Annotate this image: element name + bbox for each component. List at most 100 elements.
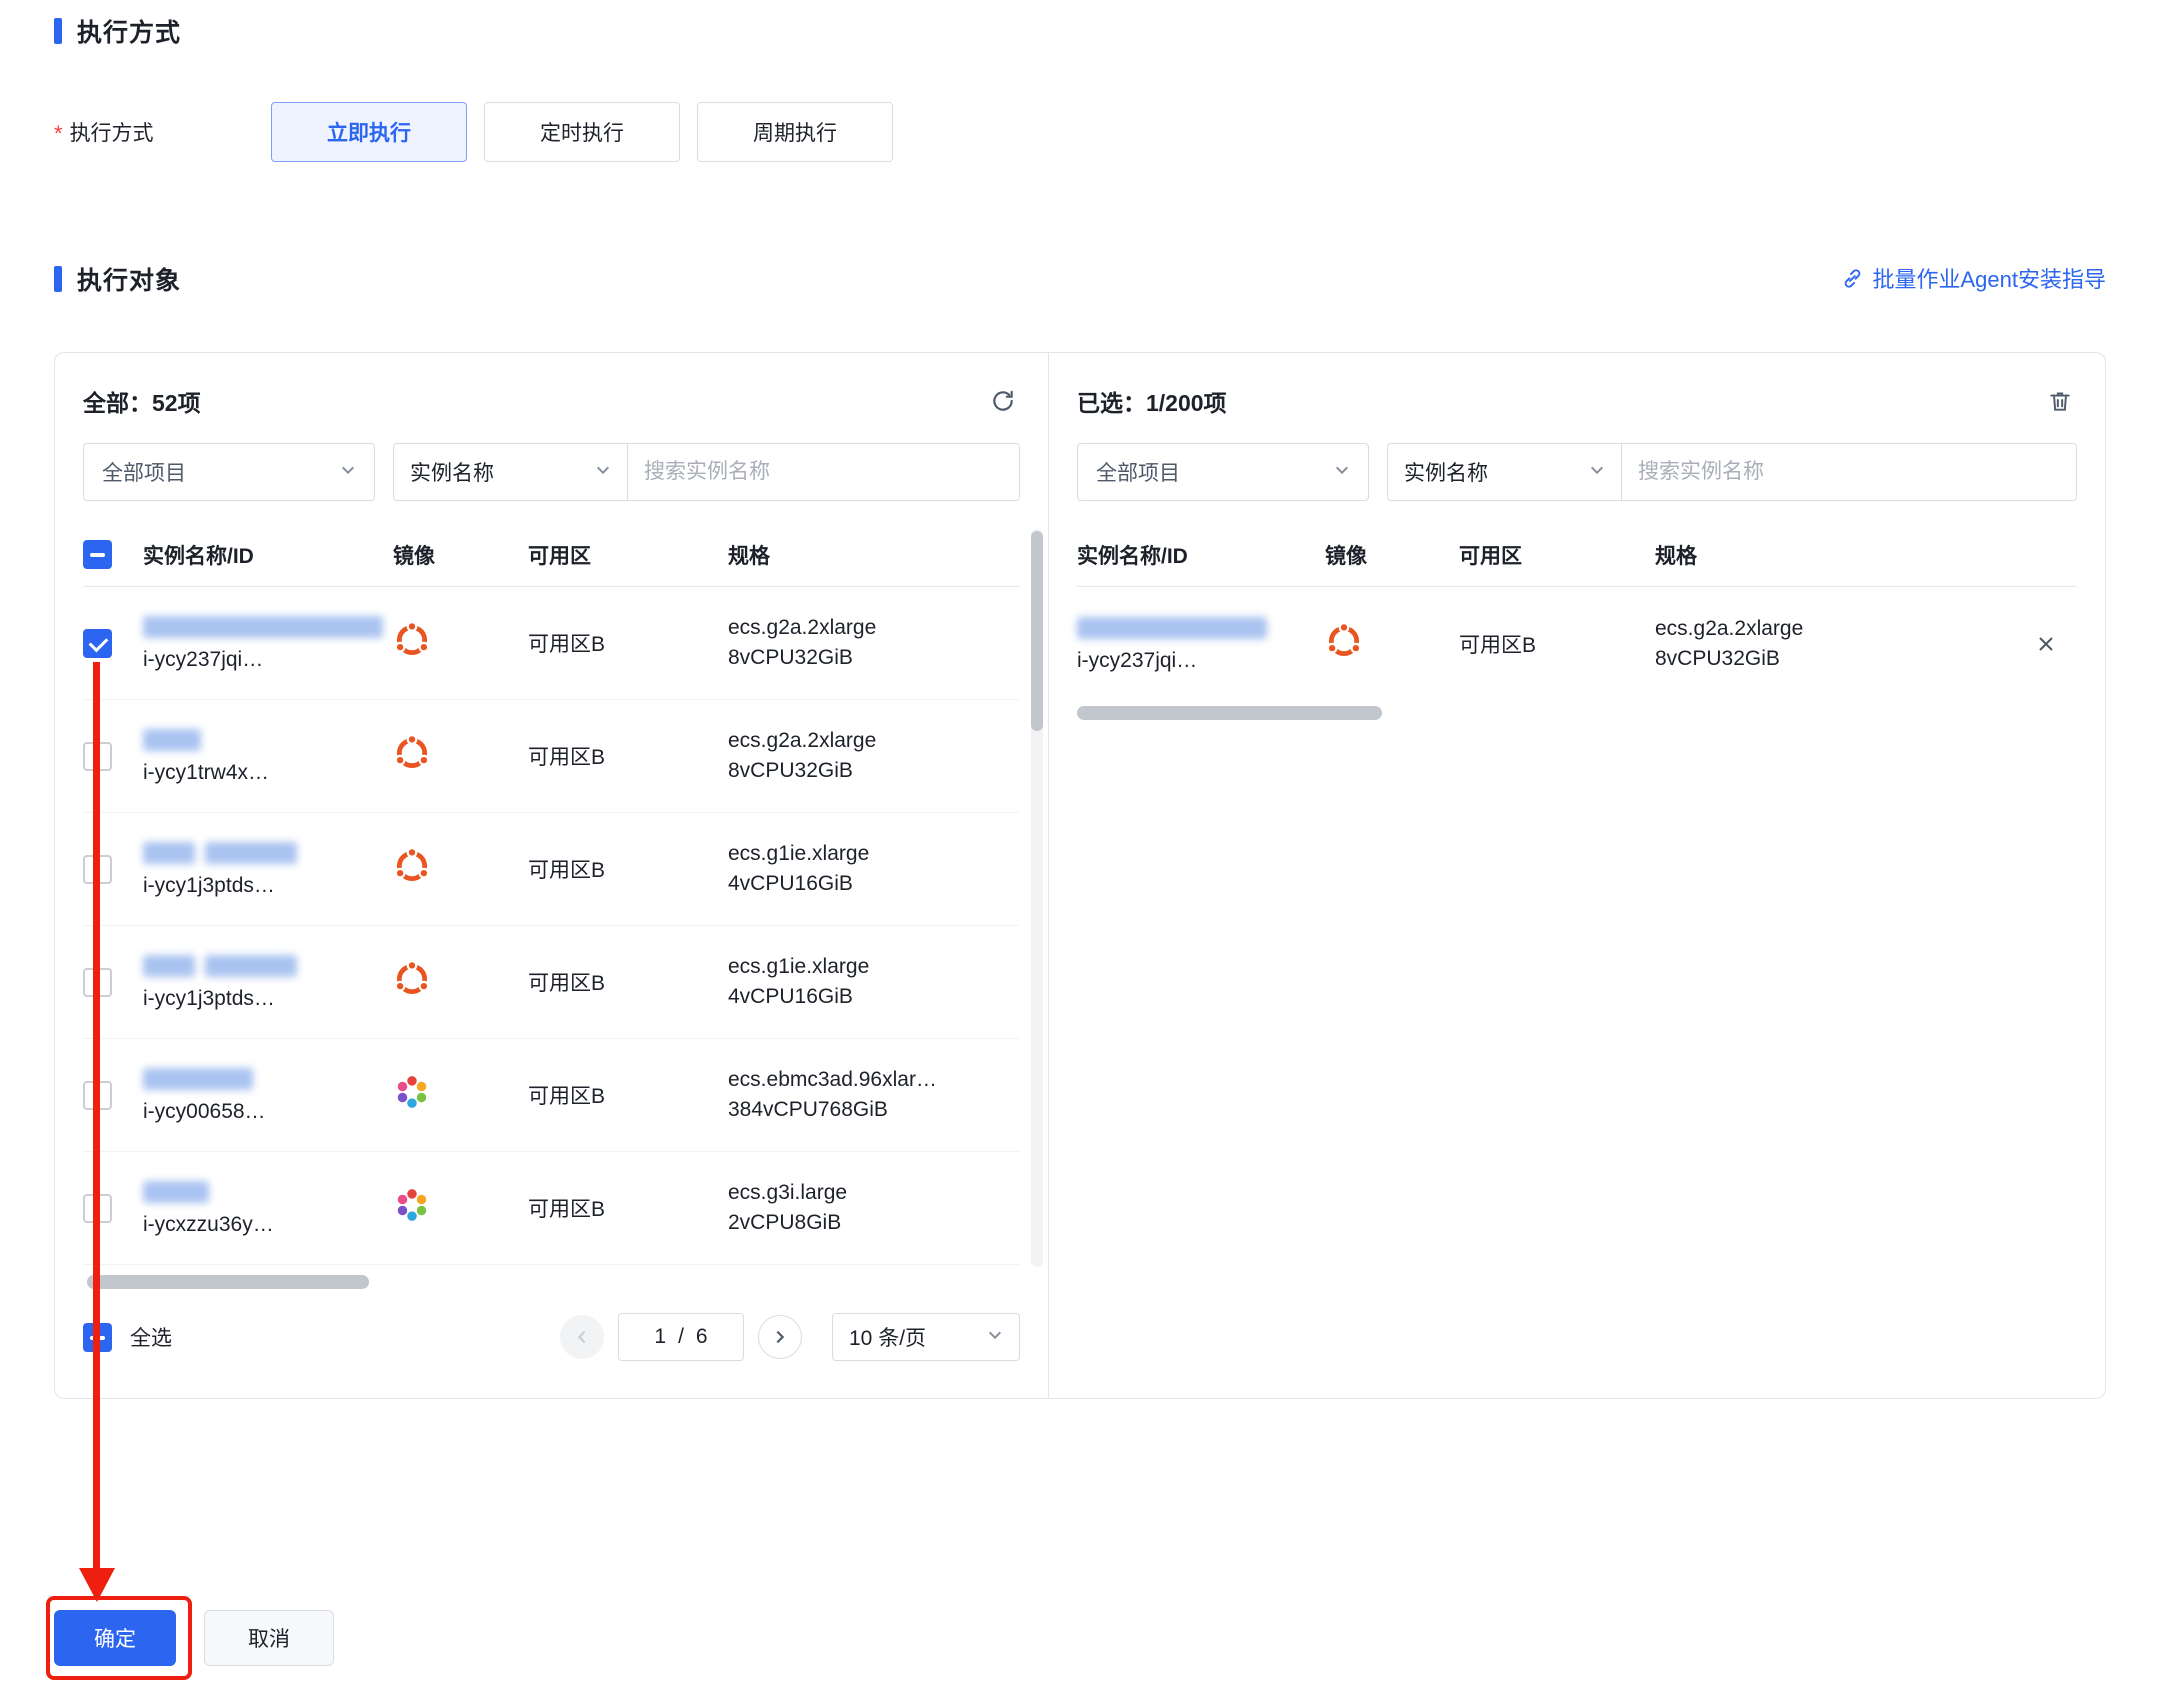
dropdown-value: 全部项目 <box>1096 457 1180 487</box>
selected-panel-header: 已选：1/200项 <box>1077 379 2077 423</box>
source-panel-header: 全部：52项 <box>83 379 1020 423</box>
row-checkbox[interactable] <box>83 855 112 884</box>
spec-size: 8vCPU32GiB <box>1655 644 1971 674</box>
row-checkbox[interactable] <box>83 742 112 771</box>
instance-row[interactable]: i-ycy00658… 可用区B ecs.ebmc3ad.96xlar… 384… <box>83 1039 1020 1152</box>
dropdown-value: 全部项目 <box>102 457 186 487</box>
link-icon <box>1841 267 1864 290</box>
search-field-dropdown[interactable]: 实例名称 <box>1388 444 1622 500</box>
availability-zone: 可用区B <box>528 741 728 771</box>
instance-search-input[interactable] <box>1622 444 2076 500</box>
instance-id: i-ycy1trw4x… <box>143 761 393 785</box>
instance-row[interactable]: i-ycy237jqi… 可用区B ecs.g2a.2xlarge 8vCPU3… <box>83 587 1020 700</box>
euleros-os-icon <box>393 1186 431 1224</box>
instance-id: i-ycy1j3ptds… <box>143 874 393 898</box>
instance-search-input[interactable] <box>628 444 1019 500</box>
section-execution-method: 执行方式 <box>54 16 2170 46</box>
section-accent-bar <box>54 18 62 44</box>
spec-flavor: ecs.g1ie.xlarge <box>728 839 1020 869</box>
instance-row[interactable]: i-ycy1j3ptds… 可用区B ecs.g1ie.xlarge 4vCPU… <box>83 926 1020 1039</box>
instance-id: i-ycy237jqi… <box>143 648 393 672</box>
instance-name-redacted <box>205 955 297 977</box>
column-spec: 规格 <box>1655 540 1971 570</box>
vertical-scrollbar[interactable] <box>1031 529 1043 1267</box>
column-az: 可用区 <box>1459 540 1655 570</box>
instance-row[interactable]: i-ycy1trw4x… 可用区B ecs.g2a.2xlarge 8vCPU3… <box>83 700 1020 813</box>
horizontal-scrollbar[interactable] <box>1077 706 2077 720</box>
project-filter-dropdown[interactable]: 全部项目 <box>83 443 375 501</box>
execution-method-field: * 执行方式 立即执行 定时执行 周期执行 <box>54 102 2170 162</box>
remove-instance-icon[interactable] <box>2029 627 2063 661</box>
confirm-button[interactable]: 确定 <box>54 1610 176 1666</box>
link-label: 批量作业Agent安装指导 <box>1873 262 2107 294</box>
selected-instance-row[interactable]: i-ycy237jqi… 可用区B ecs.g2a.2xlarge 8vCPU3… <box>1077 587 2077 700</box>
current-page: 1 <box>654 1325 666 1349</box>
section-title: 执行对象 <box>77 261 181 297</box>
row-checkbox[interactable] <box>83 1081 112 1110</box>
instance-id: i-ycy237jqi… <box>1077 649 1325 673</box>
option-immediate-execution[interactable]: 立即执行 <box>271 102 467 162</box>
refresh-icon[interactable] <box>986 384 1020 418</box>
instance-id: i-ycy00658… <box>143 1100 393 1124</box>
execution-config-page: 执行方式 * 执行方式 立即执行 定时执行 周期执行 执行对象 批量 <box>0 0 2170 1686</box>
source-table-footer: 全选 1 / 6 <box>83 1309 1020 1365</box>
selected-search-group: 实例名称 <box>1387 443 2077 501</box>
instance-name-redacted <box>1077 617 1267 639</box>
instance-name-redacted <box>143 616 383 638</box>
source-panel: 全部：52项 全部项目 实例名称 <box>55 353 1049 1398</box>
project-filter-dropdown[interactable]: 全部项目 <box>1077 443 1369 501</box>
availability-zone: 可用区B <box>528 854 728 884</box>
column-image: 镜像 <box>1325 540 1459 570</box>
selected-table-header: 实例名称/ID 镜像 可用区 规格 <box>1077 523 2077 587</box>
instance-id: i-ycy1j3ptds… <box>143 987 393 1011</box>
execution-method-options: 立即执行 定时执行 周期执行 <box>271 102 893 162</box>
prev-page-button[interactable] <box>560 1315 604 1359</box>
cancel-button[interactable]: 取消 <box>204 1610 334 1666</box>
ubuntu-os-icon <box>393 960 431 998</box>
instance-name-redacted <box>143 729 201 751</box>
field-label-text: 执行方式 <box>70 117 154 147</box>
spec-flavor: ecs.g1ie.xlarge <box>728 952 1020 982</box>
instance-row[interactable]: i-ycy1j3ptds… 可用区B ecs.g1ie.xlarge 4vCPU… <box>83 813 1020 926</box>
instance-row[interactable]: i-ycxzzu36y… 可用区B ecs.g3i.large 2vCPU8Gi… <box>83 1152 1020 1265</box>
spec-size: 8vCPU32GiB <box>728 756 1020 786</box>
spec-flavor: ecs.g2a.2xlarge <box>728 613 1020 643</box>
scrollbar-thumb[interactable] <box>1077 706 1382 720</box>
spec-size: 4vCPU16GiB <box>728 869 1020 899</box>
ubuntu-os-icon <box>393 847 431 885</box>
scrollbar-thumb[interactable] <box>87 1275 369 1289</box>
selected-panel: 已选：1/200项 全部项目 实例名称 <box>1049 353 2105 1398</box>
source-table-header: 实例名称/ID 镜像 可用区 规格 <box>83 523 1020 587</box>
availability-zone: 可用区B <box>528 628 728 658</box>
availability-zone: 可用区B <box>1459 629 1655 659</box>
row-checkbox[interactable] <box>83 629 112 658</box>
dropdown-value: 实例名称 <box>1404 457 1488 487</box>
spec-size: 384vCPU768GiB <box>728 1095 1020 1125</box>
page-separator: / <box>678 1325 684 1349</box>
agent-install-guide-link[interactable]: 批量作业Agent安装指导 <box>1841 262 2107 294</box>
row-checkbox[interactable] <box>83 968 112 997</box>
instance-id: i-ycxzzu36y… <box>143 1213 393 1237</box>
option-periodic-execution[interactable]: 周期执行 <box>697 102 893 162</box>
chevron-down-icon <box>987 1325 1003 1349</box>
trash-icon[interactable] <box>2043 384 2077 418</box>
page-size-select[interactable]: 10 条/页 <box>832 1313 1020 1361</box>
row-checkbox[interactable] <box>83 1194 112 1223</box>
column-name-id: 实例名称/ID <box>143 540 393 570</box>
spec-size: 2vCPU8GiB <box>728 1208 1020 1238</box>
instance-name-redacted <box>143 1068 253 1090</box>
select-all-checkbox[interactable] <box>83 1323 112 1352</box>
required-asterisk: * <box>54 121 63 147</box>
column-image: 镜像 <box>393 540 528 570</box>
euleros-os-icon <box>393 1073 431 1111</box>
page-size-value: 10 条/页 <box>849 1322 926 1352</box>
horizontal-scrollbar[interactable] <box>83 1275 1020 1289</box>
select-page-checkbox[interactable] <box>83 540 112 569</box>
chevron-down-icon <box>1334 460 1350 484</box>
next-page-button[interactable] <box>758 1315 802 1359</box>
scrollbar-thumb[interactable] <box>1031 531 1043 731</box>
search-field-dropdown[interactable]: 实例名称 <box>394 444 628 500</box>
option-scheduled-execution[interactable]: 定时执行 <box>484 102 680 162</box>
availability-zone: 可用区B <box>528 1080 728 1110</box>
action-bar: 确定 取消 <box>54 1610 334 1666</box>
